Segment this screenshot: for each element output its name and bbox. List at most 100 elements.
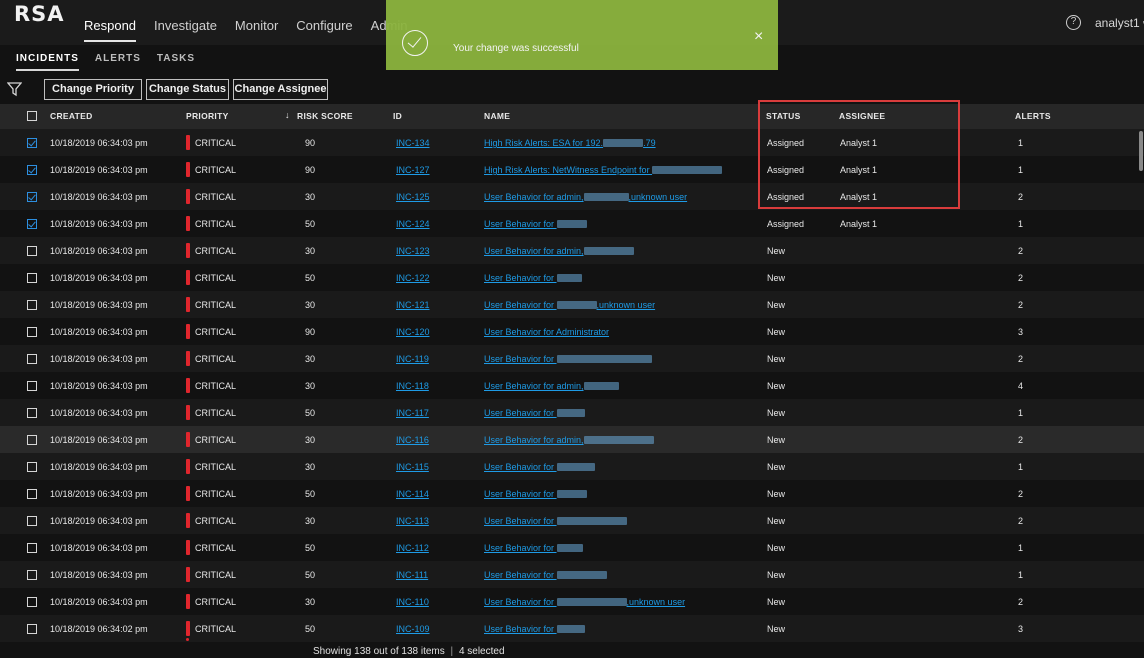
row-checkbox[interactable] <box>27 408 37 418</box>
table-row[interactable]: 10/18/2019 06:34:03 pm CRITICAL 90 INC-127 H… <box>0 156 1144 183</box>
table-row[interactable]: 10/18/2019 06:34:03 pm CRITICAL 90 INC-134 H… <box>0 129 1144 156</box>
incident-id-link[interactable]: INC-121 <box>396 300 430 310</box>
incident-id-link[interactable]: INC-125 <box>396 192 430 202</box>
row-checkbox[interactable] <box>27 354 37 364</box>
redacted-text <box>556 625 585 633</box>
column-risk-score[interactable]: RISK SCORE <box>297 111 353 121</box>
row-checkbox[interactable] <box>27 327 37 337</box>
incident-id-link[interactable]: INC-118 <box>396 381 429 391</box>
incident-id-link[interactable]: INC-115 <box>396 462 429 472</box>
row-checkbox[interactable] <box>27 516 37 526</box>
incident-id-link[interactable]: INC-119 <box>396 354 429 364</box>
row-checkbox[interactable] <box>27 165 37 175</box>
incident-id-link[interactable]: INC-109 <box>396 624 430 634</box>
incident-id-link[interactable]: INC-110 <box>396 597 429 607</box>
incident-name-link[interactable]: User Behavior for <box>484 543 583 553</box>
column-priority[interactable]: PRIORITY <box>186 111 229 121</box>
incident-name-link[interactable]: User Behavior for admin, <box>484 246 634 256</box>
table-row[interactable]: 10/18/2019 06:34:03 pm CRITICAL 50 INC-124 U… <box>0 210 1144 237</box>
tab-alerts[interactable]: ALERTS <box>95 53 141 71</box>
change-assignee-button[interactable]: Change Assignee <box>233 79 328 100</box>
row-checkbox[interactable] <box>27 435 37 445</box>
table-row[interactable]: 10/18/2019 06:34:03 pm CRITICAL 50 INC-111 U… <box>0 561 1144 588</box>
row-checkbox[interactable] <box>27 300 37 310</box>
table-row[interactable]: 10/18/2019 06:34:03 pm CRITICAL 30 INC-121 U… <box>0 291 1144 318</box>
filter-icon[interactable] <box>7 81 22 97</box>
row-checkbox[interactable] <box>27 462 37 472</box>
tab-incidents[interactable]: INCIDENTS <box>16 53 79 71</box>
tab-tasks[interactable]: TASKS <box>157 53 195 71</box>
incident-name-link[interactable]: User Behavior for <box>484 462 595 472</box>
table-row[interactable]: 10/18/2019 06:34:03 pm CRITICAL 50 INC-114 U… <box>0 480 1144 507</box>
incident-id-link[interactable]: INC-113 <box>396 516 429 526</box>
nav-investigate[interactable]: Investigate <box>154 18 217 42</box>
incident-name-link[interactable]: User Behavior for <box>484 354 652 364</box>
incident-id-link[interactable]: INC-123 <box>396 246 430 256</box>
incident-name-link[interactable]: User Behavior for admin, ,unknown user <box>484 192 687 202</box>
incident-name-link[interactable]: User Behavior for ,unknown user <box>484 300 655 310</box>
incident-id-link[interactable]: INC-127 <box>396 165 430 175</box>
table-row[interactable]: 10/18/2019 06:34:03 pm CRITICAL 30 INC-115 U… <box>0 453 1144 480</box>
row-checkbox[interactable] <box>27 624 37 634</box>
table-row[interactable]: 10/18/2019 06:34:03 pm CRITICAL 90 INC-120 U… <box>0 318 1144 345</box>
sort-down-icon[interactable]: ↓ <box>285 110 290 120</box>
nav-monitor[interactable]: Monitor <box>235 18 278 42</box>
incident-name-link[interactable]: High Risk Alerts: NetWitness Endpoint fo… <box>484 165 723 175</box>
table-row[interactable]: 10/18/2019 06:34:03 pm CRITICAL 50 INC-122 U… <box>0 264 1144 291</box>
incident-name-link[interactable]: User Behavior for Administrator <box>484 327 609 337</box>
close-icon[interactable]: × <box>754 28 763 46</box>
incident-name-link[interactable]: User Behavior for ,unknown user <box>484 597 685 607</box>
row-checkbox[interactable] <box>27 273 37 283</box>
incident-id-link[interactable]: INC-120 <box>396 327 430 337</box>
incident-name-link[interactable]: User Behavior for admin, <box>484 381 619 391</box>
change-priority-button[interactable]: Change Priority <box>44 79 142 100</box>
incident-id-link[interactable]: INC-134 <box>396 138 430 148</box>
nav-configure[interactable]: Configure <box>296 18 352 42</box>
table-row[interactable]: 10/18/2019 06:34:03 pm CRITICAL 30 INC-116 U… <box>0 426 1144 453</box>
incident-name-link[interactable]: User Behavior for <box>484 570 607 580</box>
help-icon[interactable]: ? <box>1066 15 1081 30</box>
change-status-button[interactable]: Change Status <box>146 79 229 100</box>
incident-name-link[interactable]: User Behavior for <box>484 624 585 634</box>
column-id[interactable]: ID <box>393 111 402 121</box>
incident-id-link[interactable]: INC-124 <box>396 219 430 229</box>
incident-name-link[interactable]: User Behavior for <box>484 489 587 499</box>
row-checkbox[interactable] <box>27 192 37 202</box>
incident-id-link[interactable]: INC-117 <box>396 408 429 418</box>
row-checkbox[interactable] <box>27 489 37 499</box>
table-row[interactable]: 10/18/2019 06:34:03 pm CRITICAL 30 INC-123 U… <box>0 237 1144 264</box>
table-row[interactable]: 10/18/2019 06:34:03 pm CRITICAL 30 INC-119 U… <box>0 345 1144 372</box>
incident-id-link[interactable]: INC-112 <box>396 543 429 553</box>
table-row[interactable]: 10/18/2019 06:34:02 pm CRITICAL 50 INC-109 U… <box>0 615 1144 642</box>
incident-name-link[interactable]: User Behavior for <box>484 408 585 418</box>
incident-id-link[interactable]: INC-116 <box>396 435 429 445</box>
row-checkbox[interactable] <box>27 570 37 580</box>
incident-name-link[interactable]: User Behavior for <box>484 516 627 526</box>
row-checkbox[interactable] <box>27 246 37 256</box>
incident-id-link[interactable]: INC-122 <box>396 273 430 283</box>
incident-id-link[interactable]: INC-114 <box>396 489 429 499</box>
row-checkbox[interactable] <box>27 543 37 553</box>
row-checkbox[interactable] <box>27 138 37 148</box>
column-alerts[interactable]: ALERTS <box>1015 111 1051 121</box>
column-name[interactable]: NAME <box>484 111 510 121</box>
incident-id-link[interactable]: INC-111 <box>396 570 428 580</box>
table-row[interactable]: 10/18/2019 06:34:03 pm CRITICAL 30 INC-113 U… <box>0 507 1144 534</box>
table-row[interactable]: 10/18/2019 06:34:03 pm CRITICAL 30 INC-125 U… <box>0 183 1144 210</box>
incident-name-link[interactable]: High Risk Alerts: ESA for 192. .79 <box>484 138 656 148</box>
row-checkbox[interactable] <box>27 219 37 229</box>
row-checkbox[interactable] <box>27 381 37 391</box>
row-checkbox[interactable] <box>27 597 37 607</box>
table-row[interactable]: 10/18/2019 06:34:03 pm CRITICAL 50 INC-112 U… <box>0 534 1144 561</box>
incident-name-link[interactable]: User Behavior for <box>484 273 582 283</box>
column-created[interactable]: CREATED <box>50 111 93 121</box>
incident-name-link[interactable]: User Behavior for admin, <box>484 435 654 445</box>
nav-respond[interactable]: Respond <box>84 18 137 42</box>
select-all-checkbox[interactable] <box>27 111 37 121</box>
table-row[interactable]: 10/18/2019 06:34:03 pm CRITICAL 30 INC-118 U… <box>0 372 1144 399</box>
scrollbar-thumb[interactable] <box>1139 131 1143 171</box>
user-menu[interactable]: analyst1∨ <box>1095 16 1144 30</box>
table-row[interactable]: 10/18/2019 06:34:03 pm CRITICAL 30 INC-110 U… <box>0 588 1144 615</box>
table-row[interactable]: 10/18/2019 06:34:03 pm CRITICAL 50 INC-117 U… <box>0 399 1144 426</box>
incident-name-link[interactable]: User Behavior for <box>484 219 587 229</box>
